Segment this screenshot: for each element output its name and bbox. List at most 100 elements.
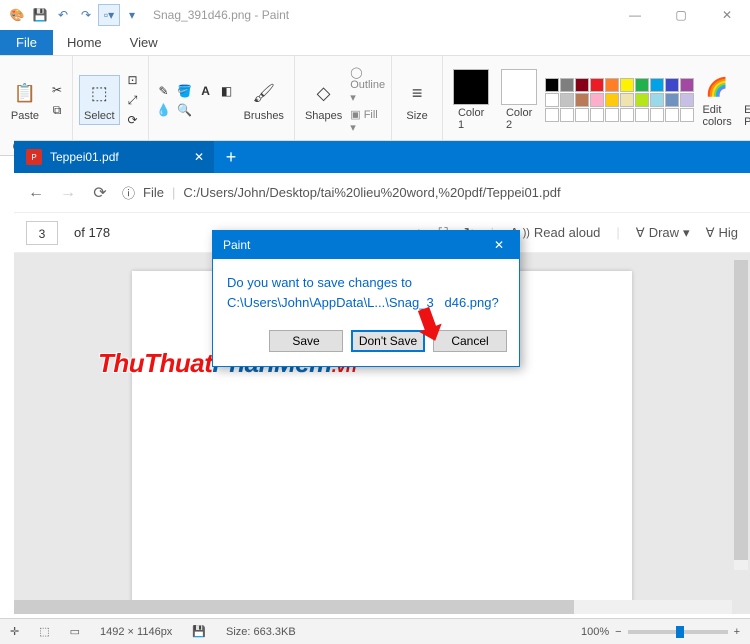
new-tab-button[interactable]: +	[214, 141, 248, 173]
browser-tab[interactable]: P Teppei01.pdf ✕	[14, 141, 214, 173]
maximize-button[interactable]: ▢	[658, 0, 704, 30]
browser-tabstrip: P Teppei01.pdf ✕ +	[14, 141, 750, 173]
dialog-titlebar[interactable]: Paint ✕	[213, 231, 519, 259]
select-button[interactable]: ⬚ Select	[79, 75, 120, 125]
pdf-icon: P	[26, 149, 42, 165]
color-swatch[interactable]	[560, 108, 574, 122]
vscroll-thumb[interactable]	[734, 260, 748, 560]
horizontal-scrollbar[interactable]	[14, 600, 732, 614]
size-label: Size	[406, 110, 427, 122]
home-tab[interactable]: Home	[53, 30, 116, 55]
paint3d-button[interactable]: 🔷 Edit with Paint 3D	[740, 70, 750, 130]
tab-close-icon[interactable]: ✕	[194, 150, 204, 164]
highlight-button[interactable]: ∀ Hig	[706, 225, 738, 241]
rotate-icon[interactable]: ⟳	[124, 112, 142, 128]
color-swatch[interactable]	[560, 78, 574, 92]
color-swatch[interactable]	[575, 93, 589, 107]
color1-button[interactable]: Color 1	[449, 67, 493, 133]
read-aloud-button[interactable]: A)) Read aloud	[510, 225, 600, 240]
hscroll-thumb[interactable]	[14, 600, 574, 614]
color-swatch[interactable]	[575, 78, 589, 92]
qat-more[interactable]: ▾	[121, 4, 143, 26]
crop-icon[interactable]: ⊡	[124, 72, 142, 88]
brushes-label: Brushes	[244, 110, 284, 122]
save-button[interactable]: Save	[269, 330, 343, 352]
size-button[interactable]: ≡ Size	[398, 76, 436, 124]
edit-colors-button[interactable]: 🌈 Edit colors	[698, 70, 736, 130]
dont-save-button[interactable]: Don't Save	[351, 330, 425, 352]
dialog-line2: C:\Users\John\AppData\L...\Snag_3 d46.pn…	[227, 293, 505, 313]
picker-icon[interactable]: 💧	[155, 102, 173, 118]
color-swatch[interactable]	[590, 78, 604, 92]
vertical-scrollbar[interactable]	[734, 260, 748, 570]
minimize-button[interactable]: —	[612, 0, 658, 30]
color-swatch[interactable]	[665, 108, 679, 122]
color-swatch[interactable]	[605, 93, 619, 107]
color-swatch[interactable]	[635, 78, 649, 92]
draw-button[interactable]: ∀ Draw ▾	[636, 225, 690, 241]
app-icon: 🎨	[6, 4, 28, 26]
file-scheme-label: File	[143, 185, 164, 200]
color-swatch[interactable]	[620, 93, 634, 107]
color-swatch[interactable]	[650, 93, 664, 107]
color-swatch[interactable]	[680, 78, 694, 92]
fill-button[interactable]: ▣ Fill ▾	[350, 108, 385, 134]
shapes-button[interactable]: ◇ Shapes	[301, 76, 346, 124]
color-swatch[interactable]	[665, 93, 679, 107]
color-swatch[interactable]	[545, 108, 559, 122]
url-text: C:/Users/John/Desktop/tai%20lieu%20word,…	[183, 185, 560, 200]
color-swatch[interactable]	[665, 78, 679, 92]
color-swatch[interactable]	[605, 108, 619, 122]
pencil-icon[interactable]: ✎	[155, 83, 173, 99]
file-tab[interactable]: File	[0, 30, 53, 55]
brushes-button[interactable]: 🖌 Brushes	[240, 76, 288, 124]
save-icon[interactable]: 💾	[29, 4, 51, 26]
eraser-icon[interactable]: ◧	[218, 83, 236, 99]
color-swatch[interactable]	[650, 78, 664, 92]
color-swatch[interactable]	[620, 78, 634, 92]
color-swatch[interactable]	[590, 93, 604, 107]
page-input[interactable]: 3	[26, 221, 58, 245]
cut-icon[interactable]: ✂	[48, 82, 66, 98]
status-bar: ✛ ⬚ ▭ 1492 × 1146px 💾 Size: 663.3KB 100%…	[0, 618, 750, 644]
color-swatch[interactable]	[545, 93, 559, 107]
dialog-close-button[interactable]: ✕	[479, 231, 519, 259]
color-swatch[interactable]	[620, 108, 634, 122]
resize-icon[interactable]: ⤢	[124, 92, 142, 108]
color-swatch[interactable]	[590, 108, 604, 122]
view-tab[interactable]: View	[116, 30, 172, 55]
paste-button[interactable]: 📋 Paste	[6, 76, 44, 124]
color-swatch[interactable]	[605, 78, 619, 92]
color1-swatch	[453, 69, 489, 105]
color-swatch[interactable]	[560, 93, 574, 107]
dialog-title: Paint	[223, 238, 250, 252]
zoom-out-icon[interactable]: −	[615, 626, 621, 638]
color-swatch[interactable]	[545, 78, 559, 92]
color-swatch[interactable]	[680, 108, 694, 122]
address-field[interactable]: ⓘ File | C:/Users/John/Desktop/tai%20lie…	[122, 183, 738, 202]
color2-button[interactable]: Color 2	[497, 67, 541, 133]
zoom-thumb[interactable]	[676, 626, 684, 638]
fill-icon[interactable]: 🪣	[176, 83, 194, 99]
redo-icon[interactable]: ↷	[75, 4, 97, 26]
color-swatch[interactable]	[650, 108, 664, 122]
paint3d-label: Edit with Paint 3D	[744, 104, 750, 128]
customize-qat[interactable]: ▫▾	[98, 4, 120, 26]
color-swatch[interactable]	[575, 108, 589, 122]
refresh-button[interactable]: ⟳	[90, 183, 110, 203]
annotation-arrow	[415, 304, 455, 347]
forward-button[interactable]: →	[58, 184, 78, 202]
zoom-in-icon[interactable]: +	[734, 626, 740, 638]
undo-icon[interactable]: ↶	[52, 4, 74, 26]
color-swatch[interactable]	[680, 93, 694, 107]
zoom-slider[interactable]	[628, 630, 728, 634]
copy-icon[interactable]: ⧉	[48, 102, 66, 118]
color-swatch[interactable]	[635, 108, 649, 122]
magnifier-icon[interactable]: 🔍	[176, 102, 194, 118]
color-swatch[interactable]	[635, 93, 649, 107]
back-button[interactable]: ←	[26, 184, 46, 202]
quick-access-toolbar: 🎨 💾 ↶ ↷ ▫▾ ▾	[6, 4, 143, 26]
close-button[interactable]: ✕	[704, 0, 750, 30]
outline-button[interactable]: ◯ Outline ▾	[350, 66, 385, 104]
text-icon[interactable]: A	[197, 83, 215, 99]
